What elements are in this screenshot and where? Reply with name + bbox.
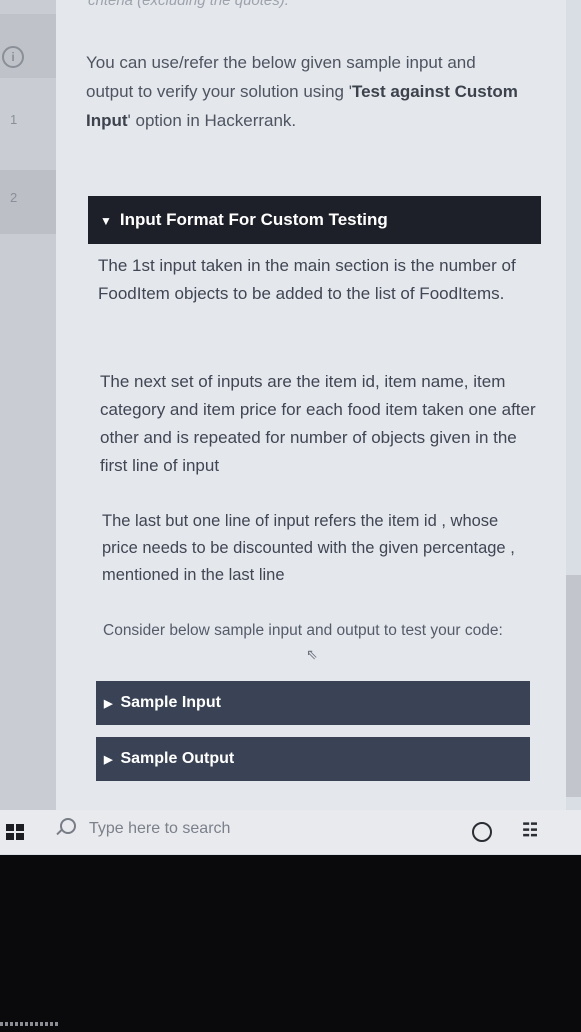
question-sidebar: i 1 2 <box>0 0 57 810</box>
sample-input-label: Sample Input <box>120 694 221 711</box>
task-view-icon[interactable]: ☷ <box>522 820 538 841</box>
input-format-paragraph-4: Consider below sample input and output t… <box>103 622 503 639</box>
sidebar-item-info[interactable]: i <box>0 14 56 78</box>
input-format-paragraph-3: The last but one line of input refers th… <box>102 512 515 584</box>
sidebar-item-label: 2 <box>10 190 18 205</box>
input-format-toggle[interactable]: ▼ Input Format For Custom Testing <box>88 196 541 244</box>
input-format-title: Input Format For Custom Testing <box>119 210 388 229</box>
windows-taskbar: Type here to search ☷ <box>0 810 581 854</box>
sidebar-item-label: 1 <box>10 112 18 127</box>
sidebar-item-1[interactable]: 1 <box>0 90 56 154</box>
decorative-strip <box>0 1022 60 1026</box>
sidebar-item-2[interactable]: 2 <box>0 170 56 234</box>
taskbar-search-input[interactable]: Type here to search <box>89 820 230 838</box>
search-icon <box>60 818 76 834</box>
screen: i 1 2 criteria (excluding the quotes). Y… <box>0 0 581 855</box>
sample-output-toggle[interactable]: ▶ Sample Output <box>96 737 530 781</box>
input-format-paragraph-1: The 1st input taken in the main section … <box>98 256 516 303</box>
expand-triangle-icon: ▶ <box>104 698 113 710</box>
intro-text: You can use/refer the below given sample… <box>86 53 518 130</box>
expand-triangle-icon: ▶ <box>104 754 113 766</box>
info-icon: i <box>2 46 24 68</box>
input-format-paragraph-2: The next set of inputs are the item id, … <box>100 372 536 475</box>
collapse-triangle-icon: ▼ <box>100 214 112 228</box>
sample-input-toggle[interactable]: ▶ Sample Input <box>96 681 530 725</box>
cortana-icon[interactable] <box>472 822 492 842</box>
windows-start-icon[interactable] <box>6 824 24 840</box>
mouse-cursor-icon: ⇖ <box>306 646 318 662</box>
sample-output-label: Sample Output <box>120 750 235 767</box>
truncated-line: criteria (excluding the quotes). <box>88 0 289 9</box>
scrollbar[interactable] <box>566 575 581 797</box>
